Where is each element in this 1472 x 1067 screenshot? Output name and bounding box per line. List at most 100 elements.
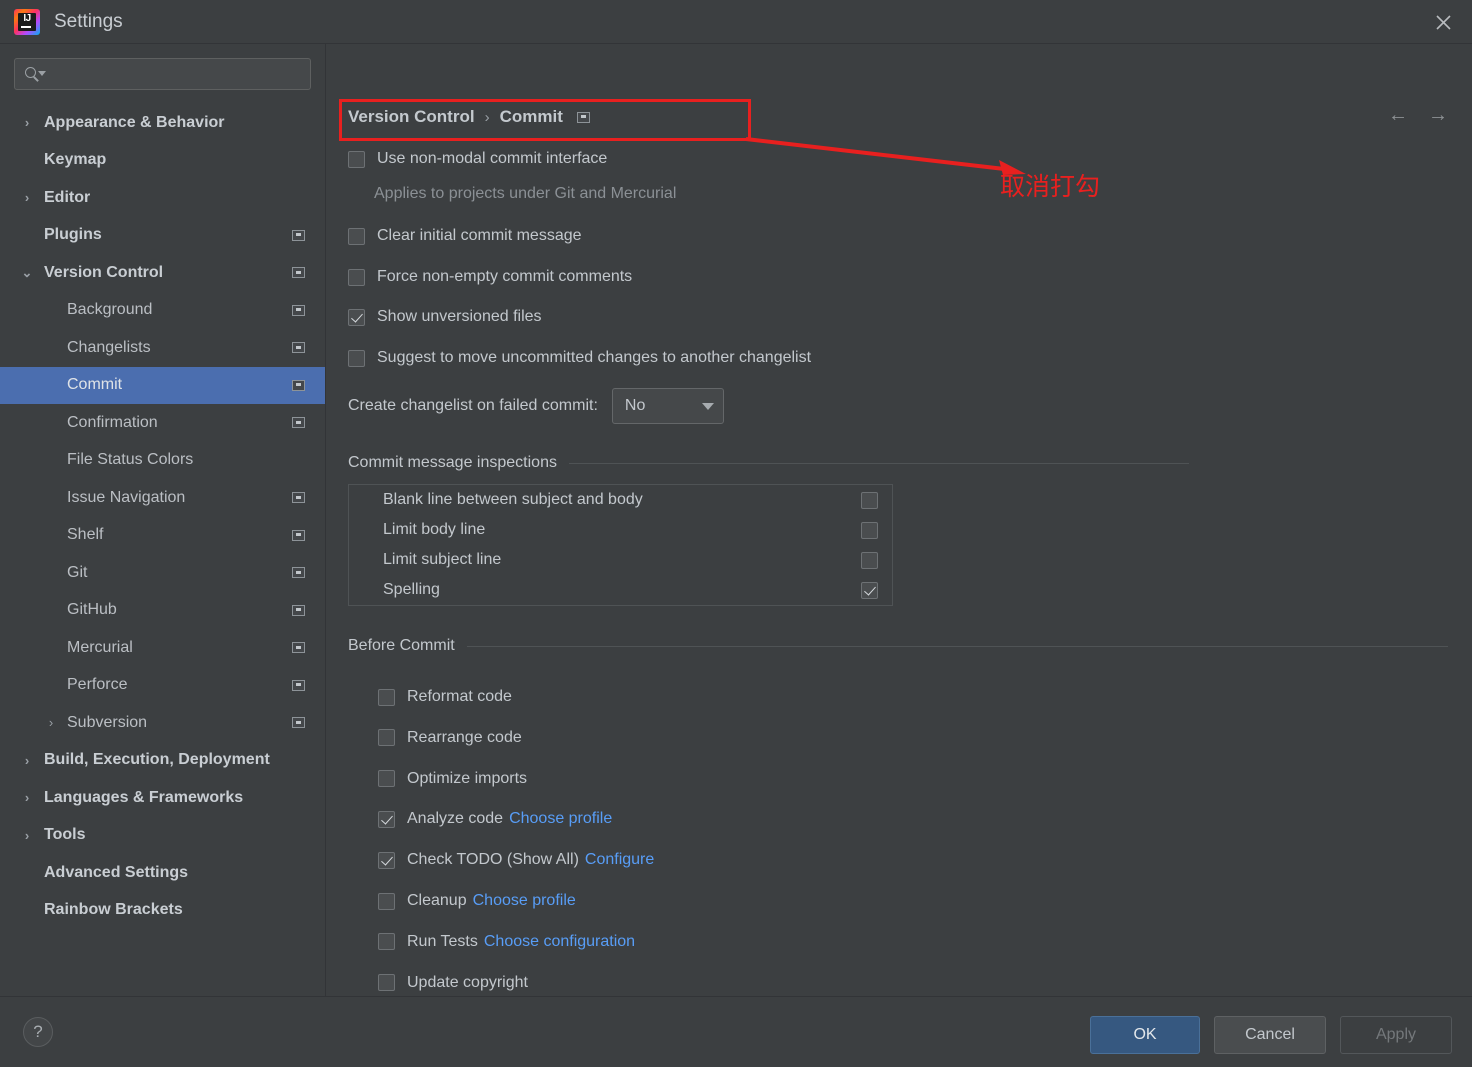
checkbox-unchecked-icon[interactable] xyxy=(378,892,395,910)
checkbox-analyze-code-link[interactable]: Choose profile xyxy=(509,810,612,828)
checkbox-cleanup-label: Cleanup xyxy=(407,892,467,909)
checkbox-unchecked-icon[interactable] xyxy=(348,349,365,367)
sidebar-item-background[interactable]: Background xyxy=(0,292,325,330)
breadcrumb-parent[interactable]: Version Control xyxy=(348,107,475,127)
chevron-right-icon[interactable]: › xyxy=(20,753,34,768)
section-divider xyxy=(568,462,1189,464)
sidebar-item-keymap[interactable]: Keymap xyxy=(0,142,325,180)
chevron-right-icon[interactable]: › xyxy=(44,715,58,730)
checkbox-check-todo-link[interactable]: Configure xyxy=(585,851,654,869)
sidebar-item-languages-frameworks[interactable]: › Languages & Frameworks xyxy=(0,779,325,817)
checkbox-checked-icon[interactable] xyxy=(378,810,395,828)
sidebar-item-editor[interactable]: › Editor xyxy=(0,179,325,217)
settings-sidebar: › Appearance & Behavior Keymap › Editor Plugi… xyxy=(0,44,326,996)
sidebar-item-label: Changelists xyxy=(67,338,151,356)
checkbox-use-non-modal-commit[interactable]: Use non-modal commit interface xyxy=(348,150,607,168)
create-changelist-row: Create changelist on failed commit: No xyxy=(348,388,724,424)
checkbox-unchecked-icon[interactable] xyxy=(348,268,365,286)
before-commit-section-header: Before Commit xyxy=(348,637,1448,655)
checkbox-cleanup[interactable]: Cleanup Choose profile xyxy=(378,892,576,910)
sidebar-item-appearance-behavior[interactable]: › Appearance & Behavior xyxy=(0,104,325,142)
ok-button[interactable]: OK xyxy=(1090,1016,1200,1054)
checkbox-check-todo[interactable]: Check TODO (Show All) Configure xyxy=(378,851,654,869)
checkbox-unchecked-icon[interactable] xyxy=(861,521,878,539)
sidebar-item-issue-navigation[interactable]: Issue Navigation xyxy=(0,479,325,517)
back-arrow-icon[interactable]: ← xyxy=(1388,104,1408,127)
sidebar-item-plugins[interactable]: Plugins xyxy=(0,217,325,255)
sidebar-item-confirmation[interactable]: Confirmation xyxy=(0,404,325,442)
checkbox-unchecked-icon[interactable] xyxy=(348,227,365,245)
checkbox-show-unversioned-files[interactable]: Show unversioned files xyxy=(348,308,542,326)
sidebar-item-mercurial[interactable]: Mercurial xyxy=(0,629,325,667)
sidebar-item-commit[interactable]: Commit xyxy=(0,366,325,404)
inspection-row[interactable]: Blank line between subject and body xyxy=(349,485,892,515)
chevron-right-icon[interactable]: › xyxy=(20,790,34,805)
sidebar-item-perforce[interactable]: Perforce xyxy=(0,667,325,705)
sidebar-item-label: Shelf xyxy=(67,526,104,544)
checkbox-unchecked-icon[interactable] xyxy=(378,974,395,992)
section-divider xyxy=(466,645,1448,647)
close-icon[interactable] xyxy=(1428,8,1458,36)
checkbox-run-tests-label: Run Tests xyxy=(407,932,478,950)
checkbox-reformat-code[interactable]: Reformat code xyxy=(378,688,512,706)
annotation-text: 取消打勾 xyxy=(1000,173,1101,201)
chevron-down-icon[interactable]: ⌄ xyxy=(20,265,34,280)
checkbox-unchecked-icon[interactable] xyxy=(378,933,395,951)
checkbox-analyze-code[interactable]: Analyze code Choose profile xyxy=(378,810,612,828)
sidebar-item-tools[interactable]: › Tools xyxy=(0,817,325,855)
checkbox-reformat-code-label: Reformat code xyxy=(407,688,512,705)
chevron-right-icon[interactable]: › xyxy=(20,828,34,843)
inspection-row[interactable]: Limit subject line xyxy=(349,545,892,575)
forward-arrow-icon[interactable]: → xyxy=(1428,104,1448,127)
checkbox-run-tests-link[interactable]: Choose configuration xyxy=(484,933,635,951)
checkbox-optimize-imports[interactable]: Optimize imports xyxy=(378,770,527,788)
sidebar-item-advanced-settings[interactable]: Advanced Settings xyxy=(0,854,325,892)
checkbox-unchecked-icon[interactable] xyxy=(861,491,878,509)
checkbox-run-tests[interactable]: Run Tests Choose configuration xyxy=(378,933,635,951)
checkbox-unchecked-icon[interactable] xyxy=(378,688,395,706)
sidebar-item-git[interactable]: Git xyxy=(0,554,325,592)
checkbox-suggest-to-move[interactable]: Suggest to move uncommitted changes to a… xyxy=(348,349,811,367)
chevron-right-icon[interactable]: › xyxy=(20,190,34,205)
checkbox-unchecked-icon[interactable] xyxy=(378,770,395,788)
checkbox-force-non-empty-commit[interactable]: Force non-empty commit comments xyxy=(348,268,632,286)
sidebar-item-subversion[interactable]: › Subversion xyxy=(0,704,325,742)
checkbox-rearrange-code[interactable]: Rearrange code xyxy=(378,729,522,747)
sidebar-item-version-control[interactable]: ⌄ Version Control xyxy=(0,254,325,292)
search-box[interactable] xyxy=(14,58,311,90)
sidebar-item-build-execution-deployment[interactable]: › Build, Execution, Deployment xyxy=(0,742,325,780)
sidebar-item-github[interactable]: GitHub xyxy=(0,592,325,630)
checkbox-update-copyright[interactable]: Update copyright xyxy=(378,974,528,992)
checkbox-unchecked-icon[interactable] xyxy=(348,150,365,168)
sidebar-item-shelf[interactable]: Shelf xyxy=(0,517,325,555)
project-scope-icon xyxy=(292,717,305,729)
sidebar-item-changelists[interactable]: Changelists xyxy=(0,329,325,367)
checkbox-optimize-imports-label: Optimize imports xyxy=(407,769,528,787)
project-scope-icon xyxy=(292,379,305,391)
inspection-row[interactable]: Spelling xyxy=(349,575,892,605)
inspection-label: Spelling xyxy=(383,581,440,598)
checkbox-unchecked-icon[interactable] xyxy=(861,551,878,569)
checkbox-cleanup-link[interactable]: Choose profile xyxy=(473,892,576,910)
checkbox-checked-icon[interactable] xyxy=(378,851,395,869)
checkbox-checked-icon[interactable] xyxy=(348,308,365,326)
checkbox-checked-icon[interactable] xyxy=(861,581,878,599)
cancel-button[interactable]: Cancel xyxy=(1214,1016,1326,1054)
create-changelist-dropdown[interactable]: No xyxy=(611,388,724,424)
help-button[interactable]: ? xyxy=(23,1017,53,1047)
sidebar-item-label: Subversion xyxy=(67,713,148,731)
checkbox-clear-initial-commit[interactable]: Clear initial commit message xyxy=(348,227,582,245)
apply-button[interactable]: Apply xyxy=(1340,1016,1452,1054)
inspection-row[interactable]: Limit body line xyxy=(349,515,892,545)
sidebar-item-rainbow-brackets[interactable]: Rainbow Brackets xyxy=(0,892,325,930)
sidebar-item-file-status-colors[interactable]: File Status Colors xyxy=(0,442,325,480)
checkbox-unchecked-icon[interactable] xyxy=(378,729,395,747)
search-input[interactable] xyxy=(45,66,310,82)
chevron-right-icon[interactable]: › xyxy=(20,115,34,130)
checkbox-check-todo-label: Check TODO (Show All) xyxy=(407,851,579,869)
